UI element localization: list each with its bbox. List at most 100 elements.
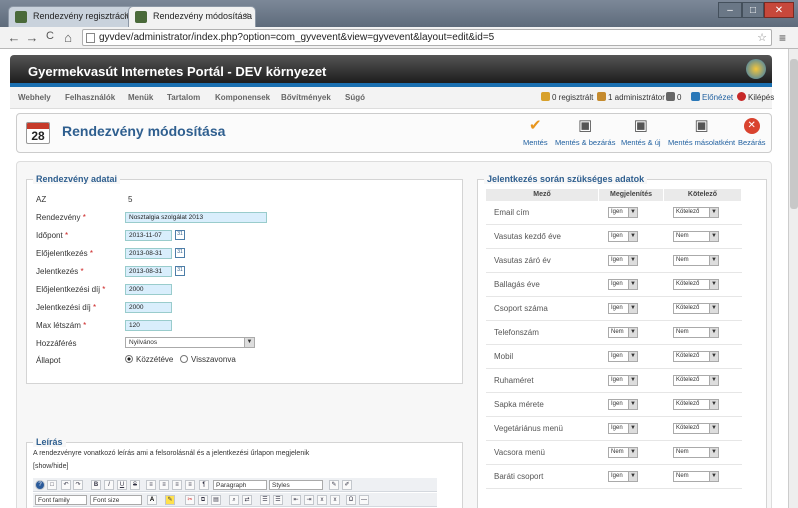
calendar-icon[interactable]: 31 xyxy=(175,266,185,276)
redo-icon[interactable]: ↷ xyxy=(73,480,83,490)
search-icon[interactable]: ⌕ xyxy=(229,495,239,505)
required-select[interactable]: Nem ▼ xyxy=(673,327,719,338)
indent-icon[interactable]: ⇥ xyxy=(304,495,314,505)
tab-close-icon[interactable]: × xyxy=(244,10,249,20)
menu-felhasznalok[interactable]: Felhasználók xyxy=(65,93,115,102)
cut-icon[interactable]: ✂ xyxy=(185,495,195,505)
calendar-icon[interactable]: 31 xyxy=(175,230,185,240)
prefee-input[interactable]: 2000 xyxy=(125,284,172,295)
menu-komponensek[interactable]: Komponensek xyxy=(215,93,270,102)
save-new-button[interactable]: ▣ Mentés & új xyxy=(621,118,661,148)
required-select[interactable]: Nem ▼ xyxy=(673,471,719,482)
address-bar[interactable]: gyvdev/administrator/index.php?option=co… xyxy=(82,29,772,46)
brush-icon[interactable]: ✐ xyxy=(342,480,352,490)
tab-event-edit[interactable]: Rendezvény módosítása × xyxy=(128,6,256,27)
strikethrough-icon[interactable]: S xyxy=(130,480,140,490)
show-select[interactable]: Igen ▼ xyxy=(608,399,638,410)
forward-icon[interactable]: → xyxy=(24,30,40,45)
state-revoked-radio[interactable]: Visszavonva xyxy=(180,355,236,364)
menu-sugo[interactable]: Súgó xyxy=(345,93,365,102)
subscript-icon[interactable]: x xyxy=(317,495,327,505)
copy-icon[interactable]: ⧉ xyxy=(198,495,208,505)
show-select[interactable]: Igen ▼ xyxy=(608,423,638,434)
show-select[interactable]: Igen ▼ xyxy=(608,471,638,482)
show-select[interactable]: Igen ▼ xyxy=(608,255,638,266)
show-select[interactable]: Igen ▼ xyxy=(608,207,638,218)
bold-icon[interactable]: B xyxy=(91,480,101,490)
undo-icon[interactable]: ↶ xyxy=(61,480,71,490)
reload-icon[interactable]: C xyxy=(42,30,58,42)
required-select[interactable]: Kötelező ▼ xyxy=(673,375,719,386)
required-select[interactable]: Nem ▼ xyxy=(673,255,719,266)
align-left-icon[interactable]: ≡ xyxy=(146,480,156,490)
reg-input[interactable]: 2013-08-31 xyxy=(125,266,172,277)
show-select[interactable]: Igen ▼ xyxy=(608,303,638,314)
align-center-icon[interactable]: ≡ xyxy=(159,480,169,490)
save-copy-button[interactable]: ▣ Mentés másolatként xyxy=(668,118,735,148)
paragraph-select[interactable]: Paragraph xyxy=(213,480,267,490)
italic-icon[interactable]: I xyxy=(104,480,114,490)
vertical-scrollbar[interactable] xyxy=(788,49,798,508)
calendar-icon[interactable]: 31 xyxy=(175,248,185,258)
max-input[interactable]: 120 xyxy=(125,320,172,331)
required-select[interactable]: Kötelező ▼ xyxy=(673,207,719,218)
date-input[interactable]: 2013-11-07 xyxy=(125,230,172,241)
align-right-icon[interactable]: ≡ xyxy=(172,480,182,490)
home-icon[interactable]: ⌂ xyxy=(60,30,76,45)
underline-icon[interactable]: U xyxy=(117,480,127,490)
save-close-button[interactable]: ▣ Mentés & bezárás xyxy=(555,118,615,148)
styles-select[interactable]: Styles xyxy=(269,480,323,490)
show-select[interactable]: Igen ▼ xyxy=(608,375,638,386)
editor-toggle-link[interactable]: [show/hide] xyxy=(33,463,68,470)
required-select[interactable]: Nem ▼ xyxy=(673,231,719,242)
menu-menuk[interactable]: Menük xyxy=(128,93,153,102)
show-select[interactable]: Nem ▼ xyxy=(608,327,638,338)
superscript-icon[interactable]: x xyxy=(330,495,340,505)
preview-link[interactable]: Előnézet xyxy=(691,92,733,102)
special-char-icon[interactable]: Ω xyxy=(346,495,356,505)
close-button[interactable]: ✕ Bezárás xyxy=(738,118,766,147)
required-select[interactable]: Nem ▼ xyxy=(673,447,719,458)
clean-icon[interactable]: ✎ xyxy=(329,480,339,490)
required-select[interactable]: Kötelező ▼ xyxy=(673,279,719,290)
logout-link[interactable]: Kilépés xyxy=(737,92,774,102)
show-select[interactable]: Nem ▼ xyxy=(608,447,638,458)
name-input[interactable]: Nosztalgia szolgálat 2013 xyxy=(125,212,267,223)
required-select[interactable]: Kötelező ▼ xyxy=(673,351,719,362)
help-icon[interactable]: ? xyxy=(35,480,45,490)
show-select[interactable]: Igen ▼ xyxy=(608,351,638,362)
save-button[interactable]: ✔ Mentés xyxy=(523,118,548,148)
fee-input[interactable]: 2000 xyxy=(125,302,172,313)
new-document-icon[interactable]: □ xyxy=(47,480,57,490)
required-select[interactable]: Kötelező ▼ xyxy=(673,303,719,314)
pagebreak-icon[interactable]: ¶ xyxy=(199,480,209,490)
tab-event-registration[interactable]: Rendezvény regisztráció × xyxy=(8,6,136,27)
show-select[interactable]: Igen ▼ xyxy=(608,279,638,290)
bookmark-star-icon[interactable]: ☆ xyxy=(757,31,767,44)
text-color-icon[interactable]: A xyxy=(147,495,157,505)
window-close-button[interactable]: ✕ xyxy=(764,2,794,18)
numbered-list-icon[interactable]: ☰ xyxy=(273,495,283,505)
prereg-input[interactable]: 2013-08-31 xyxy=(125,248,172,259)
state-published-radio[interactable]: Közzétéve xyxy=(125,355,173,364)
access-select[interactable]: Nyilvános ▼ xyxy=(125,337,255,348)
menu-bovitmenyek[interactable]: Bővítmények xyxy=(281,93,331,102)
window-minimize-button[interactable]: – xyxy=(718,2,742,18)
align-justify-icon[interactable]: ≡ xyxy=(185,480,195,490)
browser-menu-icon[interactable]: ≡ xyxy=(779,31,786,45)
show-select[interactable]: Igen ▼ xyxy=(608,231,638,242)
window-maximize-button[interactable]: □ xyxy=(742,2,764,18)
font-size-select[interactable]: Font size xyxy=(90,495,142,505)
font-family-select[interactable]: Font family xyxy=(35,495,87,505)
required-select[interactable]: Kötelező ▼ xyxy=(673,423,719,434)
replace-icon[interactable]: ⇄ xyxy=(242,495,252,505)
back-icon[interactable]: ← xyxy=(6,30,22,45)
highlight-icon[interactable]: ✎ xyxy=(165,495,175,505)
required-select[interactable]: Kötelező ▼ xyxy=(673,399,719,410)
outdent-icon[interactable]: ⇤ xyxy=(291,495,301,505)
paste-icon[interactable]: ▤ xyxy=(211,495,221,505)
bullet-list-icon[interactable]: ☰ xyxy=(260,495,270,505)
menu-tartalom[interactable]: Tartalom xyxy=(167,93,200,102)
hr-icon[interactable]: — xyxy=(359,495,369,505)
menu-webhely[interactable]: Webhely xyxy=(18,93,51,102)
